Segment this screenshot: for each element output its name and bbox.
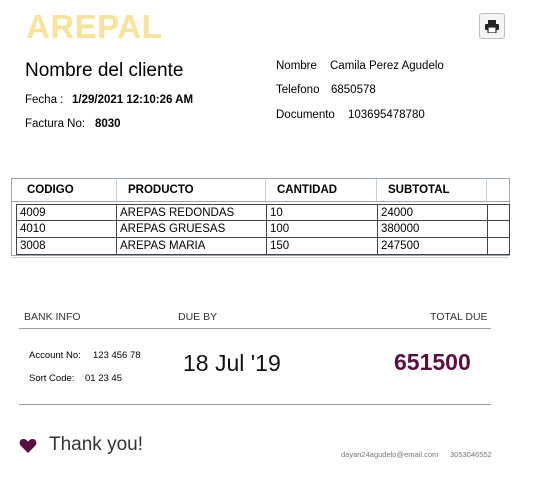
footer-bottom-divider [19,404,491,405]
cell-subtotal: 247500 [377,238,487,254]
contact-phone: 3053046552 [450,450,492,459]
header-subtotal[interactable]: SUBTOTAL [377,179,487,201]
bank-info-label: BANK INFO [24,311,81,323]
cell-producto: AREPAS MARIA [116,238,266,254]
nombre-value: Camila Perez Agudelo [330,60,444,72]
table-body: 4009 AREPAS REDONDAS 10 24000 4010 AREPA… [16,204,510,255]
sort-code-label: Sort Code: [29,373,75,384]
footer-top-divider [19,328,491,329]
fecha-value: 1/29/2021 12:10:26 AM [72,94,194,106]
factura-value: 8030 [95,118,121,130]
cell-subtotal: 24000 [377,205,487,221]
header-cantidad[interactable]: CANTIDAD [266,179,377,201]
documento-value: 103695478780 [348,109,425,121]
cell-extra [487,205,510,221]
cell-codigo: 3008 [16,238,116,254]
cell-cantidad: 100 [266,221,377,237]
account-value: 123 456 78 [93,350,141,361]
contact-email: dayan24agudelo@email.com [341,450,439,459]
cell-codigo: 4009 [16,205,116,221]
cell-producto: AREPAS REDONDAS [116,205,266,221]
header-codigo[interactable]: CODIGO [12,179,117,201]
telefono-value: 6850578 [331,84,376,96]
cell-cantidad: 150 [266,238,377,254]
factura-label: Factura No: [25,118,86,130]
print-icon [485,19,499,33]
cell-cantidad: 10 [266,205,377,221]
documento-label: Documento [276,109,335,121]
table-row[interactable]: 4009 AREPAS REDONDAS 10 24000 [16,204,510,221]
heart-icon [19,438,37,454]
products-table[interactable]: CODIGO PRODUCTO CANTIDAD SUBTOTAL 4009 A… [11,178,510,256]
sort-code-value: 01 23 45 [85,373,122,384]
due-by-label: DUE BY [178,311,218,323]
account-label: Account No: [29,350,81,361]
print-button[interactable] [479,13,505,39]
header-producto[interactable]: PRODUCTO [117,179,266,201]
total-due-label: TOTAL DUE [430,311,488,323]
table-row[interactable]: 4010 AREPAS GRUESAS 100 380000 [16,221,510,238]
thank-you-text: Thank you! [49,434,143,455]
cell-extra [487,221,510,237]
brand-logo: AREPAL [26,8,163,45]
cell-codigo: 4010 [16,221,116,237]
client-section-title: Nombre del cliente [25,60,184,81]
nombre-label: Nombre [276,60,317,72]
due-date: 18 Jul '19 [183,350,281,376]
header-extra [487,179,509,201]
cell-subtotal: 380000 [377,221,487,237]
cell-extra [487,238,510,254]
fecha-label: Fecha : [25,94,64,106]
table-header: CODIGO PRODUCTO CANTIDAD SUBTOTAL [12,179,509,202]
table-bottom-divider [11,257,508,258]
table-row[interactable]: 3008 AREPAS MARIA 150 247500 [16,238,510,255]
cell-producto: AREPAS GRUESAS [116,221,266,237]
total-due-amount: 651500 [394,349,471,375]
telefono-label: Telefono [276,84,320,96]
